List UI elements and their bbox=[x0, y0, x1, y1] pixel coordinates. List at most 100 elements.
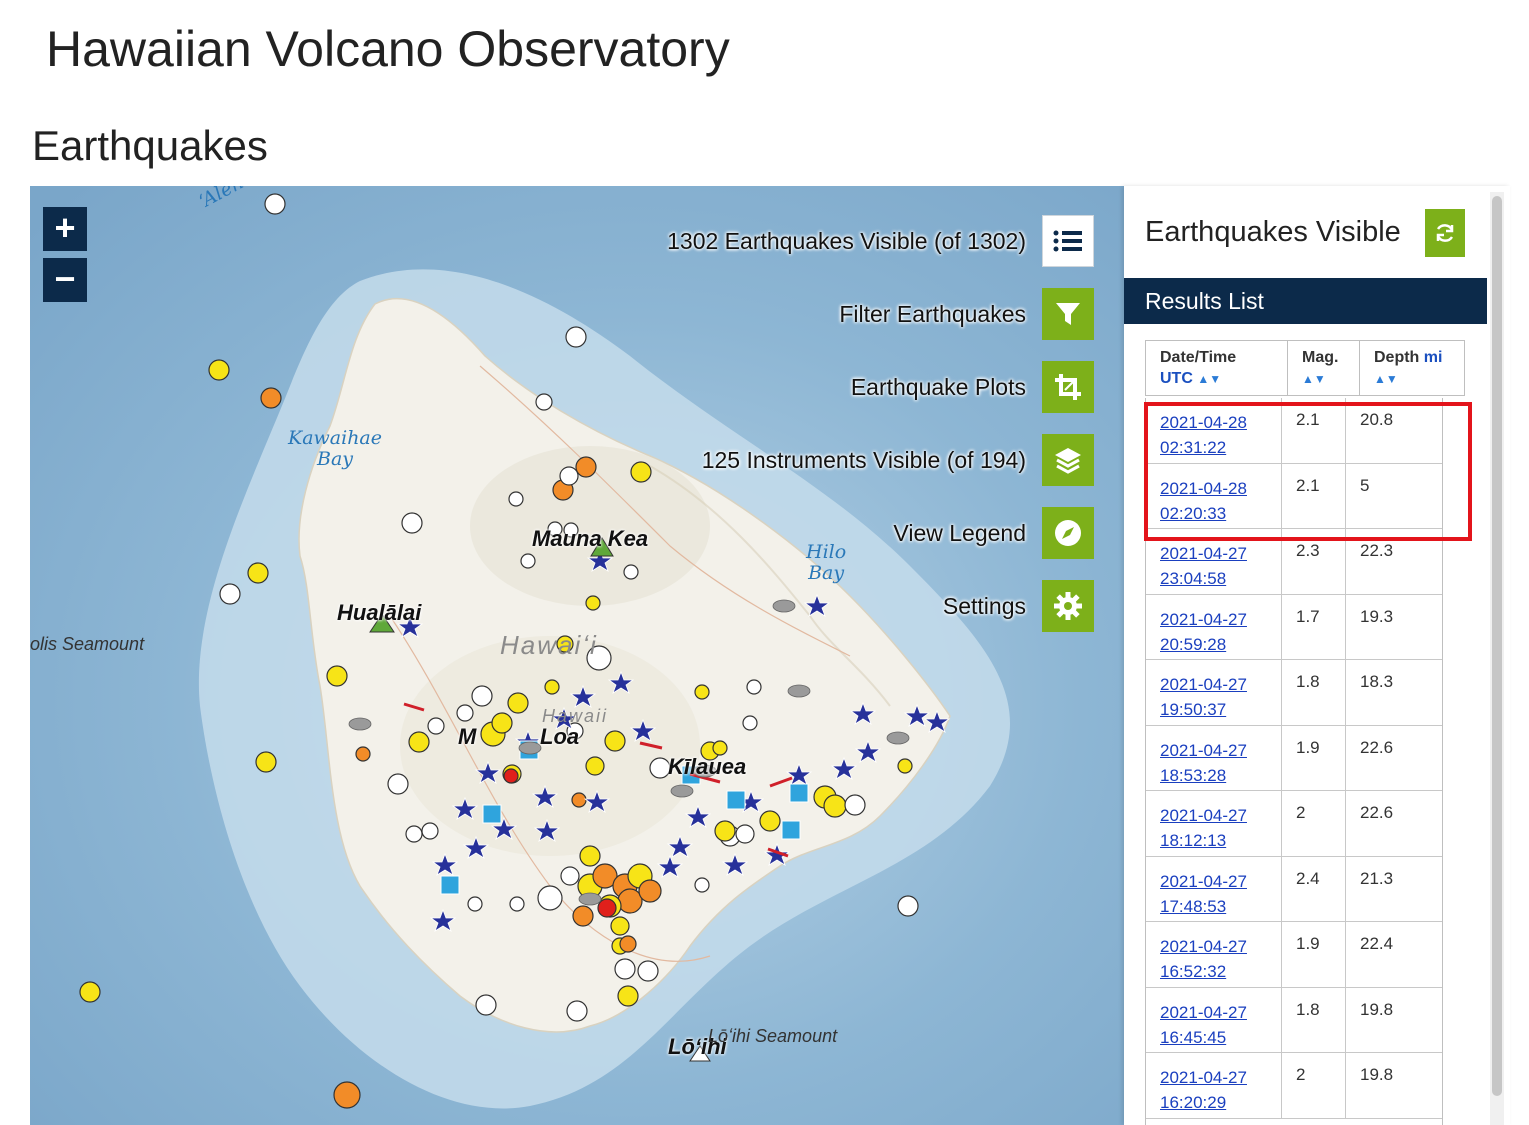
results-scrollbar[interactable] bbox=[1490, 192, 1504, 1125]
list-button[interactable] bbox=[1042, 215, 1094, 267]
row-time: 18:12:13 bbox=[1160, 831, 1227, 850]
label-kawaihae: Kawaihae bbox=[288, 427, 382, 449]
settings-control[interactable]: Settings bbox=[943, 580, 1094, 632]
row-magnitude: 1.9 bbox=[1282, 922, 1346, 987]
row-magnitude: 1.7 bbox=[1282, 594, 1346, 659]
zoom-out-button[interactable]: − bbox=[43, 258, 87, 302]
row-datetime-cell: 2021-04-27 19:50:37 bbox=[1146, 660, 1282, 725]
legend-control[interactable]: View Legend bbox=[893, 507, 1094, 559]
label-hilo: Hilo bbox=[806, 541, 847, 563]
row-datetime-cell: 2021-04-27 16:20:29 bbox=[1146, 1053, 1282, 1118]
quake-datetime-link[interactable]: 2021-04-27 20:59:28 bbox=[1160, 610, 1247, 654]
row-datetime-cell: 2021-04-27 17:48:53 bbox=[1146, 856, 1282, 921]
legend-label: View Legend bbox=[893, 519, 1026, 546]
row-time: 16:45:45 bbox=[1160, 1027, 1227, 1047]
earthquakes-visible-control[interactable]: 1302 Earthquakes Visible (of 1302) bbox=[667, 215, 1094, 267]
label-loihi-seamount: Lōʻihi Seamount bbox=[708, 1026, 838, 1046]
column-depth[interactable]: Depth mi ▲▼ bbox=[1360, 341, 1464, 395]
row-magnitude: 2.4 bbox=[1282, 856, 1346, 921]
quake-datetime-link[interactable]: 2021-04-27 16:20:29 bbox=[1160, 1068, 1247, 1112]
label-mauna-loa-b: Loa bbox=[540, 724, 580, 749]
label-hualalai: Hualālai bbox=[337, 600, 422, 625]
results-list-header: Results List bbox=[1124, 278, 1487, 324]
quake-datetime-link[interactable]: 2021-04-27 17:48:53 bbox=[1160, 872, 1247, 916]
row-depth: 19.8 bbox=[1360, 1065, 1394, 1084]
layers-button[interactable] bbox=[1042, 434, 1094, 486]
panel-title: Earthquakes Visible bbox=[1145, 216, 1401, 248]
refresh-button[interactable] bbox=[1425, 209, 1465, 257]
quake-datetime-link[interactable]: 2021-04-27 18:12:13 bbox=[1160, 806, 1247, 850]
row-magnitude: 2 bbox=[1282, 791, 1346, 856]
table-row[interactable]: 2021-04-27 18:53:28 1.9 22.6 bbox=[1146, 725, 1442, 791]
table-row[interactable]: 2021-04-27 20:59:28 1.7 19.3 bbox=[1146, 594, 1442, 660]
earthquakes-visible-label: 1302 Earthquakes Visible (of 1302) bbox=[667, 227, 1026, 254]
table-row[interactable]: 2021-04-27 16:52:32 1.9 22.4 bbox=[1146, 922, 1442, 988]
filter-button[interactable] bbox=[1042, 288, 1094, 340]
instruments-control[interactable]: 125 Instruments Visible (of 194) bbox=[702, 434, 1094, 486]
quake-datetime-link[interactable]: 2021-04-27 19:50:37 bbox=[1160, 675, 1247, 719]
column-magnitude[interactable]: Mag. ▲▼ bbox=[1288, 341, 1360, 395]
sort-icon[interactable]: ▲▼ bbox=[1374, 372, 1398, 386]
quake-datetime-link[interactable]: 2021-04-27 23:04:58 bbox=[1160, 544, 1247, 588]
row-time: 23:04:58 bbox=[1160, 569, 1227, 588]
row-depth: 22.4 bbox=[1360, 934, 1394, 953]
quake-datetime-link[interactable]: 2021-04-27 16:45:45 bbox=[1160, 1003, 1247, 1047]
table-row[interactable]: 2021-04-27 17:48:53 2.4 21.3 bbox=[1146, 856, 1442, 922]
plots-control[interactable]: Earthquake Plots bbox=[851, 361, 1094, 413]
filter-label: Filter Earthquakes bbox=[839, 300, 1026, 327]
row-date: 2021-04-27 bbox=[1160, 871, 1247, 891]
quake-datetime-link[interactable]: 2021-04-27 18:53:28 bbox=[1160, 741, 1247, 785]
row-magnitude: 1.8 bbox=[1282, 660, 1346, 725]
row-magnitude: 1.9 bbox=[1282, 725, 1346, 790]
row-datetime-cell: 2021-04-27 16:52:32 bbox=[1146, 922, 1282, 987]
row-depth: 19.8 bbox=[1360, 999, 1394, 1019]
settings-label: Settings bbox=[942, 592, 1026, 619]
list-icon bbox=[1053, 230, 1082, 252]
label-kilauea: Kīlauea bbox=[668, 754, 747, 779]
quake-datetime-link[interactable]: 2021-04-27 16:52:32 bbox=[1160, 937, 1247, 981]
legend-button[interactable] bbox=[1042, 507, 1094, 559]
table-row[interactable]: 2021-04-27 18:12:13 2 22.6 bbox=[1146, 791, 1442, 857]
row-date: 2021-04-27 bbox=[1160, 937, 1247, 956]
scrollbar-thumb[interactable] bbox=[1492, 196, 1502, 1096]
row-depth: 21.3 bbox=[1360, 868, 1394, 888]
row-datetime-cell: 2021-04-27 18:12:13 bbox=[1146, 791, 1282, 856]
sort-icon[interactable]: ▲▼ bbox=[1197, 372, 1221, 386]
label-hilo-bay: Hilo Bay bbox=[806, 542, 846, 584]
row-time: 19:50:37 bbox=[1160, 700, 1227, 719]
refresh-icon bbox=[1436, 224, 1454, 242]
column-date-label: Date/Time bbox=[1160, 349, 1237, 366]
site-title: Hawaiian Volcano Observatory bbox=[46, 21, 730, 77]
compass-icon bbox=[1055, 520, 1081, 546]
row-date: 2021-04-27 bbox=[1160, 1068, 1247, 1087]
row-date: 2021-04-27 bbox=[1160, 806, 1247, 825]
layers-icon bbox=[1055, 448, 1081, 474]
row-time: 17:48:53 bbox=[1160, 896, 1227, 916]
settings-button[interactable] bbox=[1042, 580, 1094, 632]
table-row[interactable]: 2021-04-27 16:45:45 1.8 19.8 bbox=[1146, 987, 1442, 1053]
earthquake-map[interactable]: ʻAlen Kawaihae Bay Hilo Bay Mauna Kea Hu… bbox=[30, 186, 1124, 1125]
label-bay-2: Bay bbox=[808, 562, 845, 584]
filter-control[interactable]: Filter Earthquakes bbox=[839, 288, 1094, 340]
zoom-in-button[interactable]: + bbox=[43, 207, 87, 251]
row-date: 2021-04-27 bbox=[1160, 675, 1247, 694]
label-mauna-loa-a: M bbox=[458, 724, 477, 749]
row-date: 2021-04-27 bbox=[1160, 1002, 1247, 1022]
row-depth: 22.6 bbox=[1360, 737, 1394, 757]
label-west-seamount: olis Seamount bbox=[30, 634, 145, 654]
results-table-header: Date/Time UTC ▲▼ Mag. ▲▼ Depth mi ▲▼ bbox=[1145, 340, 1465, 396]
row-datetime-cell: 2021-04-27 20:59:28 bbox=[1146, 594, 1282, 659]
row-depth: 19.3 bbox=[1360, 606, 1394, 626]
table-row[interactable]: 2021-04-27 19:50:37 1.8 18.3 bbox=[1146, 660, 1442, 726]
plots-button[interactable] bbox=[1042, 361, 1094, 413]
table-row[interactable]: 2021-04-27 16:20:29 2 19.8 bbox=[1146, 1053, 1442, 1119]
row-time: 20:59:28 bbox=[1160, 634, 1227, 654]
column-date[interactable]: Date/Time UTC ▲▼ bbox=[1146, 341, 1288, 395]
sort-icon[interactable]: ▲▼ bbox=[1302, 372, 1326, 386]
row-depth: 22.6 bbox=[1360, 803, 1394, 822]
column-depth-label: Depth bbox=[1374, 349, 1420, 366]
column-depth-unit: mi bbox=[1423, 349, 1443, 366]
gear-icon bbox=[1054, 592, 1082, 620]
row-datetime-cell: 2021-04-27 16:45:45 bbox=[1146, 987, 1282, 1052]
row-depth: 18.3 bbox=[1360, 672, 1394, 691]
